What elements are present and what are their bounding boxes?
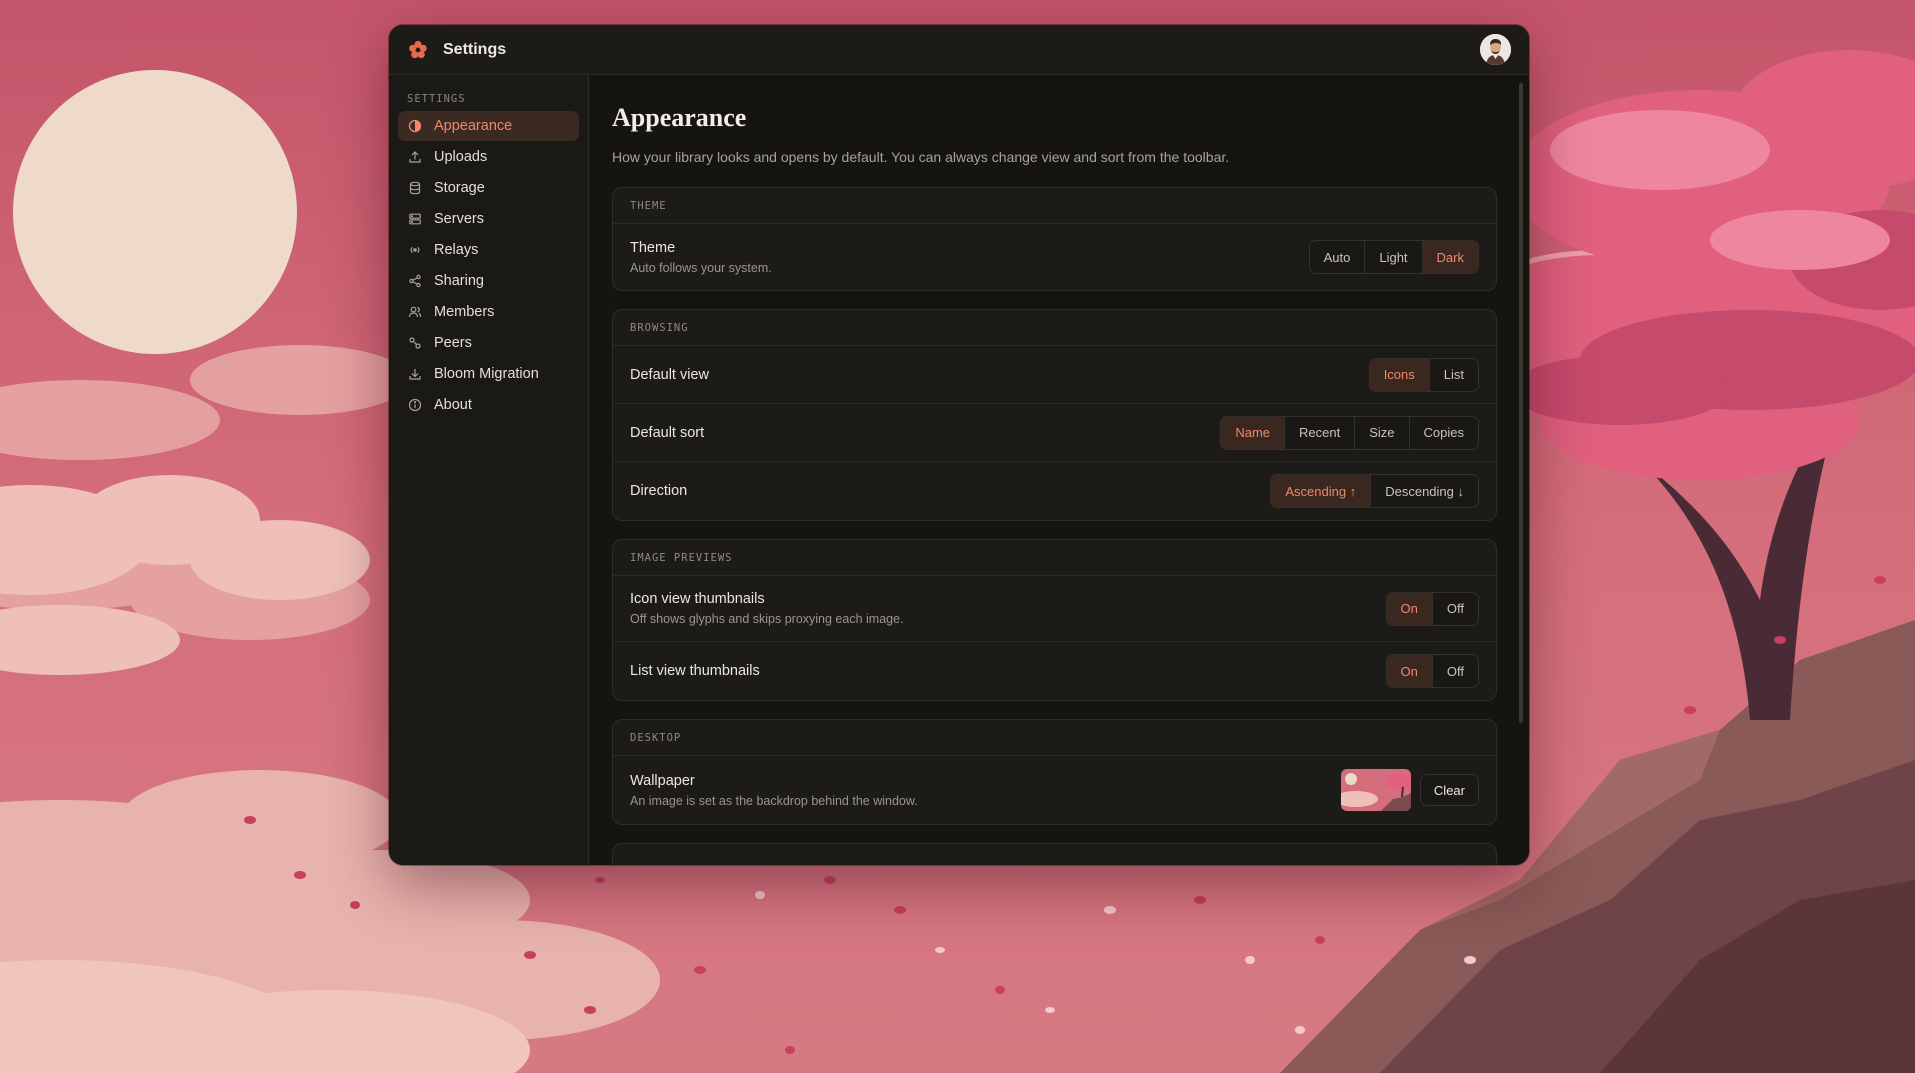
sidebar-item-label: Uploads xyxy=(434,149,488,165)
sidebar-item-storage[interactable]: Storage xyxy=(398,173,579,203)
theme-option-auto[interactable]: Auto xyxy=(1310,241,1366,273)
page-description: How your library looks and opens by defa… xyxy=(612,149,1230,165)
direction-option-ascending[interactable]: Ascending ↑ xyxy=(1271,475,1372,507)
icon-thumbnails-sub: Off shows glyphs and skips proxying each… xyxy=(630,612,904,626)
title-bar: Settings xyxy=(389,25,1529,75)
icon-thumbnails-on[interactable]: On xyxy=(1386,592,1433,625)
sidebar-heading: SETTINGS xyxy=(407,93,466,105)
sidebar-item-label: About xyxy=(434,397,472,413)
theme-label: Theme xyxy=(630,239,676,256)
section-heading: THEME xyxy=(613,188,1496,224)
wallpaper-sub: An image is set as the backdrop behind t… xyxy=(630,793,918,808)
sidebar-item-label: Sharing xyxy=(434,273,484,289)
sidebar-item-label: Storage xyxy=(434,180,485,196)
window-title: Settings xyxy=(443,40,507,58)
list-thumbnails-off[interactable]: Off xyxy=(1433,655,1478,687)
content-scrollbar[interactable] xyxy=(1519,83,1523,723)
direction-option-descending[interactable]: Descending ↓ xyxy=(1371,475,1478,507)
sidebar-item-label: Relays xyxy=(434,242,479,258)
icon-thumbnails-label: Icon view thumbnails xyxy=(630,591,765,607)
user-avatar[interactable] xyxy=(1480,34,1511,65)
default-view-selector: Icons List xyxy=(1368,357,1479,392)
upload-icon xyxy=(408,150,422,164)
theme-row: Theme Auto follows your system. Auto Lig… xyxy=(613,224,1496,290)
theme-option-light[interactable]: Light xyxy=(1365,241,1423,273)
page-title: Appearance xyxy=(612,103,747,132)
wallpaper-thumbnail[interactable] xyxy=(1340,769,1411,811)
sidebar-item-peers[interactable]: Peers xyxy=(398,328,579,358)
theme-option-dark[interactable]: Dark xyxy=(1422,241,1478,273)
image-previews-section: IMAGE PREVIEWS Icon view thumbnails Off … xyxy=(612,539,1497,701)
sort-option-recent[interactable]: Recent xyxy=(1285,416,1356,449)
desktop-section: DESKTOP Wallpaper An image is set as the… xyxy=(612,719,1497,825)
direction-selector: Ascending ↑ Descending ↓ xyxy=(1270,474,1479,508)
sidebar-item-label: Appearance xyxy=(434,118,513,134)
members-icon xyxy=(408,305,422,319)
icon-thumbnails-off[interactable]: Off xyxy=(1433,593,1478,625)
default-sort-selector: Name Recent Size Copies xyxy=(1220,415,1479,450)
sidebar-item-label: Bloom Migration xyxy=(434,366,539,382)
sidebar-item-label: Peers xyxy=(434,335,472,351)
sidebar-item-sharing[interactable]: Sharing xyxy=(398,266,579,296)
default-view-row: Default view Icons List xyxy=(613,346,1496,404)
section-heading: IMAGE PREVIEWS xyxy=(613,540,1496,576)
wallpaper-controls: Clear xyxy=(1340,769,1479,811)
wallpaper-row: Wallpaper An image is set as the backdro… xyxy=(613,756,1496,824)
sidebar-item-label: Members xyxy=(434,304,495,320)
sidebar-item-members[interactable]: Members xyxy=(398,297,579,327)
view-option-icons[interactable]: Icons xyxy=(1369,358,1430,391)
sidebar-item-uploads[interactable]: Uploads xyxy=(398,142,579,172)
icon-thumbnails-row: Icon view thumbnails Off shows glyphs an… xyxy=(613,576,1496,642)
download-icon xyxy=(408,367,422,381)
wallpaper-label: Wallpaper xyxy=(630,772,695,789)
direction-row: Direction Ascending ↑ Descending ↓ xyxy=(613,462,1496,520)
section-heading: DESKTOP xyxy=(613,720,1496,756)
sidebar-item-about[interactable]: About xyxy=(398,390,579,420)
list-thumbnails-on[interactable]: On xyxy=(1386,655,1433,687)
peers-icon xyxy=(408,336,422,350)
contrast-icon xyxy=(408,119,422,133)
sidebar-item-appearance[interactable]: Appearance xyxy=(398,111,579,141)
icon-thumbnails-toggle: On Off xyxy=(1385,591,1479,626)
default-sort-row: Default sort Name Recent Size Copies xyxy=(613,404,1496,462)
share-icon xyxy=(408,274,422,288)
flower-logo-icon xyxy=(407,39,429,61)
browsing-section: BROWSING Default view Icons List Default… xyxy=(612,309,1497,521)
theme-selector: Auto Light Dark xyxy=(1308,240,1479,274)
sidebar-item-bloom-migration[interactable]: Bloom Migration xyxy=(398,359,579,389)
list-thumbnails-row: List view thumbnails On Off xyxy=(613,642,1496,700)
next-section-partial xyxy=(612,843,1497,865)
list-thumbnails-label: List view thumbnails xyxy=(630,663,760,679)
sort-option-name[interactable]: Name xyxy=(1221,416,1286,449)
sort-option-size[interactable]: Size xyxy=(1355,416,1410,449)
database-icon xyxy=(408,181,422,195)
direction-label: Direction xyxy=(630,483,688,499)
settings-sidebar: SETTINGS Appearance Uploads Storage Serv… xyxy=(389,75,589,865)
sidebar-item-label: Servers xyxy=(434,211,484,227)
default-sort-label: Default sort xyxy=(630,424,705,441)
sidebar-item-relays[interactable]: Relays xyxy=(398,235,579,265)
theme-sub: Auto follows your system. xyxy=(630,260,772,275)
view-option-list[interactable]: List xyxy=(1430,359,1478,391)
sidebar-item-servers[interactable]: Servers xyxy=(398,204,579,234)
sort-option-copies[interactable]: Copies xyxy=(1410,417,1478,449)
info-icon xyxy=(408,398,422,412)
settings-content: Appearance How your library looks and op… xyxy=(589,75,1529,865)
theme-section: THEME Theme Auto follows your system. Au… xyxy=(612,187,1497,291)
settings-window: Settings SETTINGS Appearance Uploads Sto… xyxy=(389,25,1529,865)
default-view-label: Default view xyxy=(630,366,709,383)
server-icon xyxy=(408,212,422,226)
section-heading: BROWSING xyxy=(613,310,1496,346)
list-thumbnails-toggle: On Off xyxy=(1385,654,1479,688)
clear-wallpaper-button[interactable]: Clear xyxy=(1419,774,1479,806)
radio-icon xyxy=(408,243,422,257)
